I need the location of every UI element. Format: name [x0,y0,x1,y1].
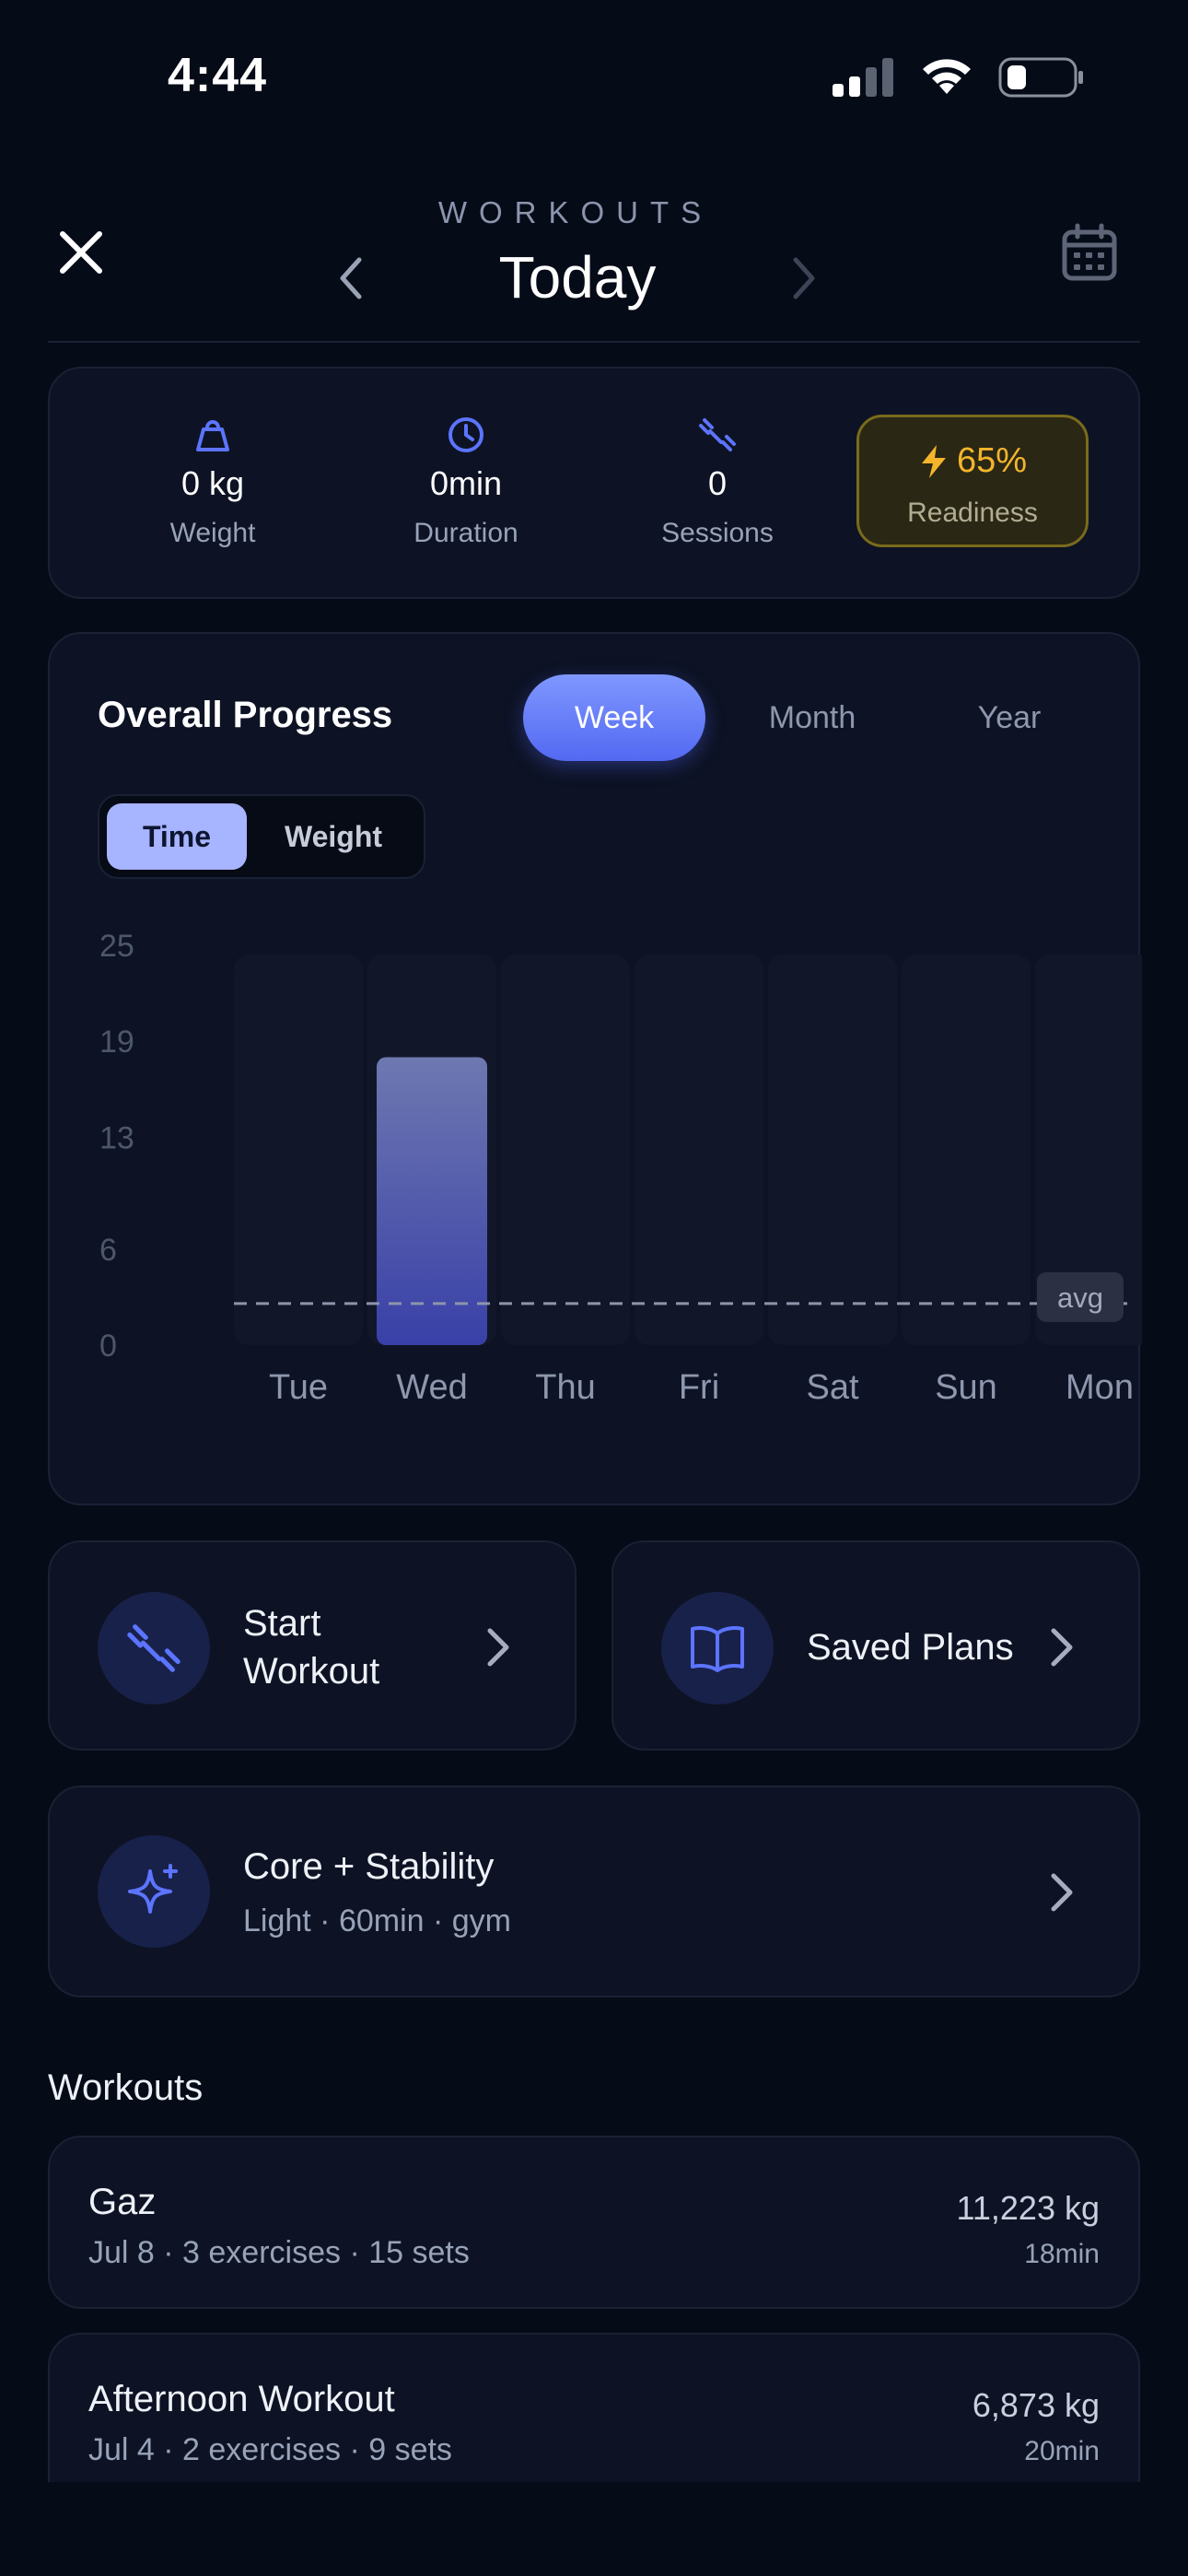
plan-title: Core + Stability [243,1846,495,1887]
chart-column-bg [768,954,897,1345]
avg-label: avg [1057,1282,1103,1314]
saved-plans-label: Saved Plans [807,1627,1014,1668]
workout-duration: 18min [1024,2239,1100,2269]
chart-column-bg [902,954,1031,1345]
start-workout-label-2: Workout [243,1651,380,1692]
y-tick-label: 0 [99,1329,117,1364]
calendar-icon[interactable] [1061,223,1118,282]
stat-duration: 0min Duration [355,415,577,549]
status-icons [831,57,1085,98]
x-tick-label: Tue [269,1368,328,1407]
stat-sessions: 0 Sessions [607,415,828,549]
dumbbell-icon [127,1624,181,1672]
action-icon-bg [98,1592,210,1704]
workout-name: Gaz [88,2182,157,2222]
workout-meta: Jul 4 · 2 exercises · 9 sets [88,2432,452,2467]
chart-column-bg [501,954,630,1345]
x-tick-label: Fri [679,1368,719,1407]
signal-icon [833,58,893,97]
workout-row[interactable]: Gaz Jul 8 · 3 exercises · 15 sets 11,223… [48,2136,1140,2309]
book-icon [691,1626,744,1672]
clock-icon [448,417,483,452]
battery-icon [998,57,1083,98]
x-tick-label: Sun [935,1368,997,1407]
workout-duration: 20min [1024,2436,1100,2466]
stat-label: Weight [169,518,256,548]
progress-chart: 0 6 13 19 25 avg Tue Wed Thu Fri Sat Sun Mon [99,929,1142,1407]
stat-label: Duration [413,518,518,548]
workout-weight: 11,223 kg [956,2189,1100,2227]
x-tick-label: Thu [535,1368,595,1407]
workout-weight: 6,873 kg [972,2386,1100,2424]
plan-subtitle: Light · 60min · gym [243,1903,511,1938]
x-tick-label: Mon [1066,1368,1134,1407]
readiness-badge[interactable]: 65% Readiness [856,415,1089,547]
header-eyebrow: WORKOUTS [437,195,714,229]
y-tick-label: 6 [99,1233,117,1268]
chevron-right-icon [487,1628,509,1667]
saved-plans-button[interactable]: Saved Plans [611,1540,1140,1751]
chevron-left-icon[interactable] [332,254,372,302]
readiness-value: 65% [956,441,1028,480]
y-tick-label: 19 [99,1025,134,1060]
dumbbell-icon [699,418,736,451]
page-title: Today [498,244,657,310]
action-icon-bg [661,1592,774,1704]
header-divider [48,341,1140,343]
workouts-screen: 4:44 WORKOUTS Today 0 kg Weight 0min Dur… [0,0,1188,2576]
chevron-right-icon [1051,1873,1073,1912]
stat-value: 0min [429,464,503,502]
chart-column-bg [234,954,363,1345]
kettlebell-icon [196,420,229,451]
action-icon-bg [98,1835,210,1948]
status-time: 4:44 [168,49,268,102]
workout-meta: Jul 8 · 3 exercises · 15 sets [88,2235,470,2270]
start-workout-button[interactable]: Start Workout [48,1540,577,1751]
readiness-label: Readiness [907,498,1038,528]
x-tick-label: Sat [806,1368,858,1407]
stat-weight: 0 kg Weight [102,415,323,549]
chevron-right-icon[interactable] [783,254,823,302]
bottom-mask [0,2482,1188,2576]
start-workout-label-1: Start [243,1603,321,1644]
stat-value: 0 [707,464,728,502]
stat-value: 0 kg [181,464,245,502]
workout-name: Afternoon Workout [88,2379,395,2419]
bolt-icon [921,444,946,478]
chart-column-bg [635,954,763,1345]
sparkle-icon [128,1864,178,1914]
x-tick-label: Wed [396,1368,467,1407]
y-tick-label: 25 [99,929,134,964]
progress-card: Overall Progress Week Month Year Time We… [48,632,1142,1505]
stats-card: 0 kg Weight 0min Duration 0 Sessions 65%… [48,367,1140,599]
plan-card[interactable]: Core + Stability Light · 60min · gym [48,1786,1140,1997]
workouts-section-title: Workouts [48,2067,204,2108]
stat-label: Sessions [661,518,774,548]
chart-bar [377,1057,487,1345]
y-tick-label: 13 [99,1120,134,1155]
chevron-right-icon [1051,1628,1073,1667]
wifi-icon [923,59,971,94]
